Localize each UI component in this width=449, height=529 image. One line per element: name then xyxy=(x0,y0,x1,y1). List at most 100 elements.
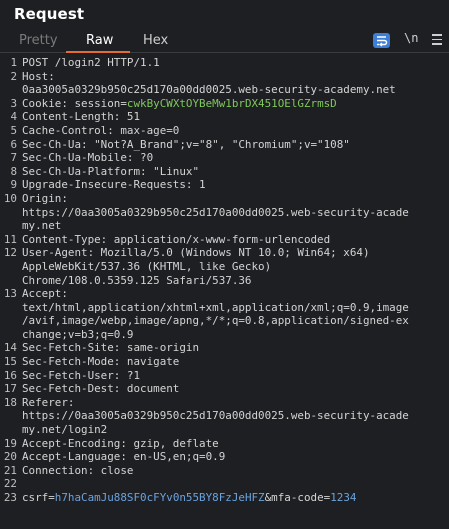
line-number: 15 xyxy=(3,355,17,369)
code-line: 10 Origin: xyxy=(0,192,449,206)
line-content: Sec-Fetch-User: ?1 xyxy=(22,368,141,382)
code-line: my.net/login2 xyxy=(0,423,449,437)
line-content: User-Agent: Mozilla/5.0 (Windows NT 10.0… xyxy=(22,246,370,260)
request-editor[interactable]: 1 POST /login2 HTTP/1.1 2 Host: 0aa3005a0329… xyxy=(0,56,449,505)
line-number xyxy=(0,409,22,423)
line-text: Sec-Ch-Ua-Mobile: ?0 xyxy=(22,151,153,165)
line-number xyxy=(0,301,22,315)
param-key: csrf= xyxy=(22,491,55,504)
line-text: Sec-Fetch-Dest: document xyxy=(22,382,179,396)
code-line: 15 Sec-Fetch-Mode: navigate xyxy=(0,355,449,369)
code-line: change;v=b3;q=0.9 xyxy=(0,328,449,342)
code-line: 21 Connection: close xyxy=(0,464,449,478)
line-content: Sec-Fetch-Dest: document xyxy=(22,382,180,396)
line-text: Connection: close xyxy=(22,464,133,478)
line-number: 10 xyxy=(3,191,17,205)
panel-title: Request xyxy=(14,5,85,23)
line-number: 18 xyxy=(3,395,17,409)
line-text: Origin: xyxy=(22,192,68,206)
line-content: POST /login2 HTTP/1.1 xyxy=(22,56,160,69)
line-content: change;v=b3;q=0.9 xyxy=(22,327,134,341)
line-content: text/html,application/xhtml+xml,applicat… xyxy=(22,300,409,314)
line-content: Content-Length: 51 xyxy=(22,110,141,124)
cookie-value: cwkByCWXtOYBeMw1brDX451OElGZrmsD xyxy=(126,96,337,110)
line-text: 0aa3005a0329b950c25d170a00dd0025.web-sec… xyxy=(22,83,396,97)
line-content: Sec-Ch-Ua-Mobile: ?0 xyxy=(22,151,154,165)
line-text: Cache-Control: max-age=0 xyxy=(22,124,179,138)
line-content: my.net/login2 xyxy=(22,423,108,437)
line-text: Cookie: session=cwkByCWXtOYBeMw1brDX451O… xyxy=(22,97,337,111)
tab-raw[interactable]: Raw xyxy=(86,31,113,51)
line-content: Accept: xyxy=(22,287,68,301)
code-line: AppleWebKit/537.36 (KHTML, like Gecko) xyxy=(0,260,449,274)
code-line: 18 Referer: xyxy=(0,396,449,410)
code-line: my.net xyxy=(0,219,449,233)
line-text: https://0aa3005a0329b950c25d170a00dd0025… xyxy=(22,409,409,423)
line-content: AppleWebKit/537.36 (KHTML, like Gecko) xyxy=(22,259,272,273)
code-line: 23 csrf=h7haCamJu88SF0cFYv0n55BY8FzJeHFZ&… xyxy=(0,491,449,505)
line-content: Cookie: session= xyxy=(22,96,127,110)
line-content: Upgrade-Insecure-Requests: 1 xyxy=(22,178,206,192)
line-number: 8 xyxy=(10,164,17,178)
line-number: 4 xyxy=(10,110,17,124)
code-line: 17 Sec-Fetch-Dest: document xyxy=(0,382,449,396)
line-content: https://0aa3005a0329b950c25d170a00dd0025… xyxy=(22,409,409,423)
line-number: 12 xyxy=(3,246,17,260)
wrap-lines-button[interactable] xyxy=(373,33,390,48)
line-content: Referer: xyxy=(22,395,75,409)
code-line: https://0aa3005a0329b950c25d170a00dd0025… xyxy=(0,206,449,220)
line-text: change;v=b3;q=0.9 xyxy=(22,328,133,342)
hamburger-menu-icon[interactable] xyxy=(432,34,444,46)
param-value: h7haCamJu88SF0cFYv0n55BY8FzJeHFZ xyxy=(54,491,265,504)
code-line: 2 Host: xyxy=(0,70,449,84)
code-line: 14 Sec-Fetch-Site: same-origin xyxy=(0,341,449,355)
line-text: /avif,image/webp,image/apng,*/*;q=0.8,ap… xyxy=(22,314,409,328)
tab-pretty[interactable]: Pretty xyxy=(19,31,58,51)
line-number: 9 xyxy=(10,178,17,192)
line-content: Accept-Encoding: gzip, deflate xyxy=(22,436,219,450)
line-number: 17 xyxy=(3,382,17,396)
line-number xyxy=(0,423,22,437)
param-key: &mfa-code= xyxy=(264,491,331,504)
code-line: 6 Sec-Ch-Ua: "Not?A_Brand";v="8", "Chromi… xyxy=(0,138,449,152)
line-content: Sec-Fetch-Mode: navigate xyxy=(22,355,180,369)
line-content: https://0aa3005a0329b950c25d170a00dd0025… xyxy=(22,205,409,219)
line-text: my.net/login2 xyxy=(22,423,107,437)
code-line: text/html,application/xhtml+xml,applicat… xyxy=(0,301,449,315)
line-number xyxy=(0,219,22,233)
line-number: 20 xyxy=(3,450,17,464)
line-number: 14 xyxy=(3,341,17,355)
show-newlines-button[interactable]: \n xyxy=(404,31,418,45)
line-number: 7 xyxy=(10,151,17,165)
code-line: 7 Sec-Ch-Ua-Mobile: ?0 xyxy=(0,151,449,165)
code-line: 1 POST /login2 HTTP/1.1 xyxy=(0,56,449,70)
line-number: 2 xyxy=(10,69,17,83)
code-line: Chrome/108.0.5359.125 Safari/537.36 xyxy=(0,274,449,288)
tab-hex[interactable]: Hex xyxy=(143,31,168,51)
line-content: Host: xyxy=(22,69,55,83)
line-text: Host: xyxy=(22,70,55,84)
line-text: Accept: xyxy=(22,287,68,301)
line-number: 3 xyxy=(10,96,17,110)
line-content: Chrome/108.0.5359.125 Safari/537.36 xyxy=(22,273,252,287)
code-line: 22 xyxy=(0,477,449,491)
line-number: 5 xyxy=(10,123,17,137)
line-number: 19 xyxy=(3,436,17,450)
line-text: Referer: xyxy=(22,396,74,410)
code-line: /avif,image/webp,image/apng,*/*;q=0.8,ap… xyxy=(0,314,449,328)
line-content: Origin: xyxy=(22,191,68,205)
line-content: Accept-Language: en-US,en;q=0.9 xyxy=(22,450,226,464)
line-content: my.net xyxy=(22,219,62,233)
line-text: Sec-Ch-Ua-Platform: "Linux" xyxy=(22,165,199,179)
line-text: my.net xyxy=(22,219,61,233)
line-text: Sec-Fetch-Site: same-origin xyxy=(22,341,199,355)
line-number: 16 xyxy=(3,368,17,382)
line-text: csrf=h7haCamJu88SF0cFYv0n55BY8FzJeHFZ&mf… xyxy=(22,491,356,505)
code-line: 12 User-Agent: Mozilla/5.0 (Windows NT 10… xyxy=(0,246,449,260)
line-number: 11 xyxy=(3,232,17,246)
line-number: 23 xyxy=(3,491,17,504)
line-text: AppleWebKit/537.36 (KHTML, like Gecko) xyxy=(22,260,271,274)
code-line: 9 Upgrade-Insecure-Requests: 1 xyxy=(0,178,449,192)
line-number: 6 xyxy=(10,137,17,151)
line-content: /avif,image/webp,image/apng,*/*;q=0.8,ap… xyxy=(22,314,409,328)
